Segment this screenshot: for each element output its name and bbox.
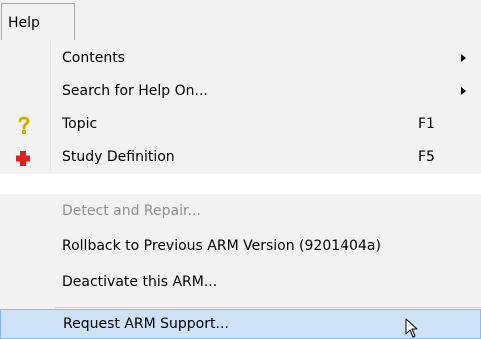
menu-item-contents[interactable]: Contents (0, 42, 481, 75)
menu-item-rollback[interactable]: Rollback to Previous ARM Version (920140… (0, 230, 481, 263)
menu-item-study-definition-label: Study Definition (62, 149, 175, 165)
menu-item-detect-repair: Detect and Repair... (0, 195, 481, 228)
menu-item-topic-shortcut: F1 (418, 116, 435, 132)
menu-help[interactable]: Help (1, 3, 75, 40)
menu-section-gap (0, 174, 481, 194)
menu-item-rollback-label: Rollback to Previous ARM Version (920140… (62, 238, 381, 254)
menu-item-detect-repair-label: Detect and Repair... (62, 203, 201, 219)
menu-item-study-definition[interactable]: Study Definition F5 (0, 141, 481, 174)
menu-item-deactivate-label: Deactivate this ARM... (62, 274, 218, 290)
question-mark-icon (18, 116, 30, 135)
menu-item-study-definition-shortcut: F5 (418, 149, 435, 165)
menu-bar: Help (0, 0, 481, 40)
menu-separator (55, 307, 481, 308)
menu-item-search-help-label: Search for Help On... (62, 83, 208, 99)
submenu-arrow-icon (461, 87, 466, 95)
mouse-pointer-icon (405, 318, 418, 338)
red-cross-icon (16, 151, 30, 166)
menu-item-topic[interactable]: Topic F1 (0, 108, 481, 141)
menu-item-search-help[interactable]: Search for Help On... (0, 75, 481, 108)
menu-help-label: Help (8, 15, 40, 31)
menu-item-deactivate[interactable]: Deactivate this ARM... (0, 266, 481, 299)
submenu-arrow-icon (461, 54, 466, 62)
menu-item-contents-label: Contents (62, 50, 125, 66)
menu-item-request-support-label: Request ARM Support... (63, 316, 229, 332)
menu-item-topic-label: Topic (62, 116, 98, 132)
